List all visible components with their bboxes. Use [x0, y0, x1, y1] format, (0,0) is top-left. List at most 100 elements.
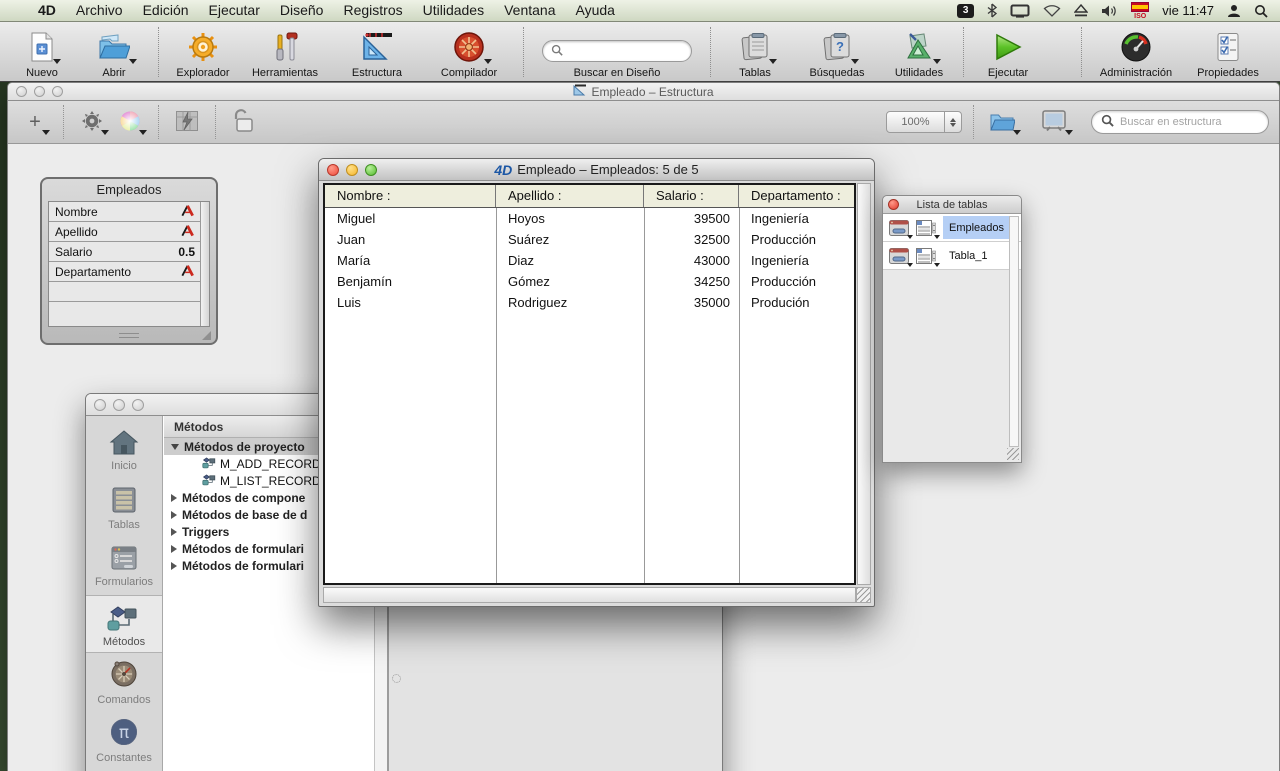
zoom-stepper[interactable]: 100%	[886, 111, 962, 133]
zoom-button[interactable]	[365, 164, 377, 176]
zoom-button[interactable]	[132, 399, 144, 411]
sidebar-item-constantes[interactable]: π Constantes	[86, 711, 162, 769]
color-wheel-button[interactable]	[113, 107, 147, 137]
disclosure-open-icon[interactable]	[171, 444, 179, 450]
pane-collapse-knob[interactable]	[392, 674, 401, 683]
menu-utilidades[interactable]: Utilidades	[413, 0, 494, 21]
display-mode-button[interactable]	[1037, 107, 1071, 137]
records-titlebar[interactable]: 4D Empleado – Empleados: 5 de 5	[319, 159, 874, 181]
zoom-button[interactable]	[52, 86, 63, 97]
menu-clock[interactable]: vie 11:47	[1162, 3, 1214, 18]
sidebar-item-tablas[interactable]: Tablas	[86, 479, 162, 537]
input-form-icon[interactable]	[887, 246, 911, 266]
disclosure-closed-icon[interactable]	[171, 545, 177, 553]
field-row-empty[interactable]	[49, 302, 209, 322]
structure-window-titlebar[interactable]: Empleado – Estructura	[8, 83, 1279, 101]
output-form-icon[interactable]	[914, 218, 938, 238]
display-menu-icon[interactable]	[1010, 4, 1030, 18]
lock-button[interactable]	[227, 107, 261, 137]
sidebar-item-inicio[interactable]: Inicio	[86, 421, 162, 479]
menu-edicion[interactable]: Edición	[133, 0, 199, 21]
palette-resize-handle[interactable]	[1007, 448, 1019, 460]
wifi-icon[interactable]	[1043, 4, 1061, 17]
structure-search-input[interactable]	[1120, 116, 1259, 128]
add-table-button[interactable]: +	[18, 107, 52, 137]
table-graphic-resize-handle[interactable]	[202, 331, 211, 340]
disclosure-closed-icon[interactable]	[171, 562, 177, 570]
tables-button[interactable]: Tablas	[719, 25, 791, 79]
column-header-departamento[interactable]: Departamento :	[739, 185, 854, 207]
record-row[interactable]: Luis Rodriguez 35000 Produción	[325, 292, 854, 313]
column-header-nombre[interactable]: Nombre :	[325, 185, 496, 207]
menu-archivo[interactable]: Archivo	[66, 0, 133, 21]
queries-button[interactable]: ? Búsquedas	[791, 25, 883, 79]
compiler-button[interactable]: Compilador	[423, 25, 515, 79]
column-header-salario[interactable]: Salario :	[644, 185, 739, 207]
menu-ventana[interactable]: Ventana	[494, 0, 565, 21]
vertical-scrollbar[interactable]	[857, 183, 871, 585]
explorer-button[interactable]: Explorador	[167, 25, 239, 79]
table-image-button[interactable]	[170, 107, 204, 137]
window-resize-handle[interactable]	[856, 587, 871, 603]
field-row-apellido[interactable]: Apellido	[49, 222, 209, 242]
table-list-item-empleados[interactable]: Empleados	[883, 214, 1021, 242]
field-row-nombre[interactable]: Nombre	[49, 202, 209, 222]
record-row[interactable]: Juan Suárez 32500 Producción	[325, 229, 854, 250]
disclosure-closed-icon[interactable]	[171, 511, 177, 519]
menu-4d[interactable]: 4D	[28, 0, 66, 21]
table-list-item-tabla-1[interactable]: Tabla_1	[883, 242, 1021, 270]
field-row-salario[interactable]: Salario 0.5	[49, 242, 209, 262]
menu-registros[interactable]: Registros	[333, 0, 412, 21]
field-row-departamento[interactable]: Departamento	[49, 262, 209, 282]
utilities-button[interactable]: Utilidades	[883, 25, 955, 79]
column-divider[interactable]	[496, 208, 497, 583]
disclosure-closed-icon[interactable]	[171, 494, 177, 502]
output-form-icon[interactable]	[914, 246, 938, 266]
spaces-menu-icon[interactable]: 3	[957, 4, 974, 18]
structure-button[interactable]: Estructura	[331, 25, 423, 79]
menu-diseno[interactable]: Diseño	[270, 0, 334, 21]
close-button[interactable]	[888, 199, 899, 210]
spotlight-icon[interactable]	[1254, 4, 1268, 18]
record-row[interactable]: María Diaz 43000 Ingeniería	[325, 250, 854, 271]
column-divider[interactable]	[644, 208, 645, 583]
close-button[interactable]	[94, 399, 106, 411]
minimize-button[interactable]	[113, 399, 125, 411]
menu-ejecutar[interactable]: Ejecutar	[199, 0, 270, 21]
settings-gear-button[interactable]	[75, 107, 109, 137]
sidebar-item-comandos[interactable]: Comandos	[86, 653, 162, 711]
folders-button[interactable]	[985, 107, 1019, 137]
structure-table-empleados[interactable]: Empleados Nombre Apellido Salario 0.5 De…	[40, 177, 218, 345]
close-button[interactable]	[327, 164, 339, 176]
properties-button[interactable]: Propiedades	[1182, 25, 1274, 79]
table-graphic-grip[interactable]	[119, 333, 139, 338]
close-button[interactable]	[16, 86, 27, 97]
run-button[interactable]: Ejecutar	[972, 25, 1044, 79]
input-form-icon[interactable]	[887, 218, 911, 238]
minimize-button[interactable]	[34, 86, 45, 97]
column-header-apellido[interactable]: Apellido :	[496, 185, 644, 207]
palette-titlebar[interactable]: Lista de tablas	[883, 196, 1021, 214]
record-row[interactable]: Miguel Hoyos 39500 Ingeniería	[325, 208, 854, 229]
bluetooth-icon[interactable]	[987, 3, 997, 18]
record-row[interactable]: Benjamín Gómez 34250 Producción	[325, 271, 854, 292]
administration-button[interactable]: Administración	[1090, 25, 1182, 79]
new-button[interactable]: Nuevo	[6, 25, 78, 79]
field-row-empty[interactable]	[49, 282, 209, 302]
eject-icon[interactable]	[1074, 4, 1088, 17]
horizontal-scrollbar[interactable]	[323, 587, 856, 603]
open-button[interactable]: Abrir	[78, 25, 150, 79]
design-search-input[interactable]	[568, 44, 683, 58]
keyboard-layout-flag-icon[interactable]: ISO	[1131, 2, 1149, 20]
sidebar-item-formularios[interactable]: Formularios	[86, 537, 162, 595]
user-account-icon[interactable]	[1227, 4, 1241, 18]
column-divider[interactable]	[739, 208, 740, 583]
table-graphic-scrollbar[interactable]	[200, 202, 209, 326]
palette-scrollbar[interactable]	[1009, 216, 1019, 447]
minimize-button[interactable]	[346, 164, 358, 176]
sidebar-item-metodos[interactable]: Métodos	[86, 595, 162, 653]
volume-icon[interactable]	[1101, 4, 1118, 18]
menu-ayuda[interactable]: Ayuda	[565, 0, 624, 21]
disclosure-closed-icon[interactable]	[171, 528, 177, 536]
structure-table-title[interactable]: Empleados	[42, 179, 216, 200]
